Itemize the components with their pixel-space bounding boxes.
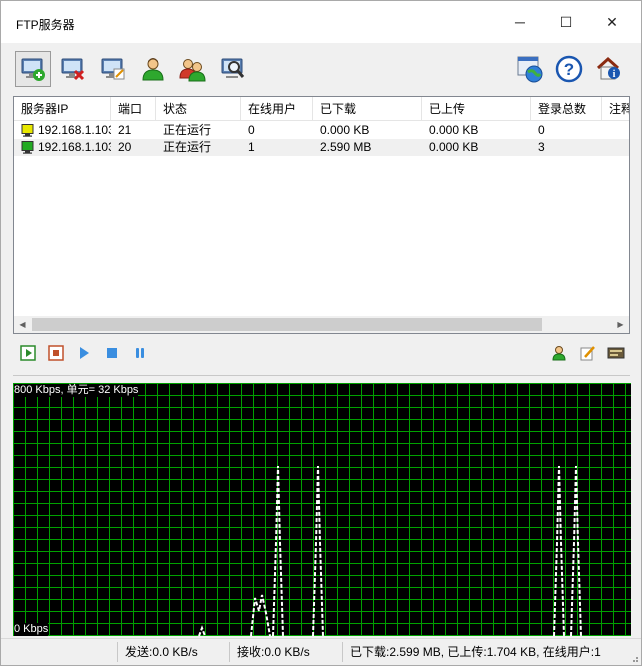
pause-button[interactable]: [131, 344, 149, 362]
about-button[interactable]: i: [591, 51, 627, 87]
delete-server-button[interactable]: [55, 51, 91, 87]
column-header-port[interactable]: 端口: [111, 97, 156, 121]
send-rate: 发送:0.0 KB/s: [125, 645, 198, 659]
divider: [13, 375, 630, 376]
home-info-icon: i: [596, 56, 620, 80]
scroll-left-button[interactable]: ◀: [14, 316, 31, 333]
cell-port: 20: [118, 140, 132, 154]
edit-server-button[interactable]: [95, 51, 131, 87]
cell-uploaded: 0.000 KB: [429, 123, 479, 137]
pause-icon: [136, 348, 144, 358]
web-button[interactable]: [512, 51, 548, 87]
cell-state: 正在运行: [163, 123, 212, 137]
add-server-button[interactable]: [15, 51, 51, 87]
user-manage-button[interactable]: [550, 344, 568, 362]
minimize-button[interactable]: ─: [497, 1, 543, 43]
toolbar: ? i: [1, 43, 641, 93]
column-header-downloaded[interactable]: 已下载: [313, 97, 422, 121]
users-icon: [179, 59, 206, 82]
chevron-left-icon: ◀: [19, 320, 26, 329]
cell-logins: 0: [538, 123, 545, 137]
users-button[interactable]: [175, 51, 211, 87]
table-row[interactable]: 192.168.1.103 20 正在运行 1 2.590 MB 0.000 K…: [14, 139, 629, 156]
cell-port: 21: [118, 123, 132, 137]
close-button[interactable]: ✕: [589, 1, 635, 43]
table-row[interactable]: 192.168.1.103 21 正在运行 0 0.000 KB 0.000 K…: [14, 122, 629, 139]
status-separator: [229, 642, 230, 662]
cell-ip: 192.168.1.103: [38, 123, 111, 137]
svg-text:i: i: [613, 69, 616, 80]
play-box-icon: [20, 345, 36, 361]
user-button[interactable]: [135, 51, 171, 87]
svg-text:?: ?: [564, 60, 574, 79]
minimize-icon: ─: [515, 14, 525, 30]
transfer-summary: 已下载:2.599 MB, 已上传:1.704 KB, 在线用户:1: [350, 645, 601, 659]
scrollbar-thumb[interactable]: [32, 318, 542, 331]
column-header-uploaded[interactable]: 已上传: [422, 97, 531, 121]
scroll-right-button[interactable]: ▶: [612, 316, 629, 333]
cell-logins: 3: [538, 140, 545, 154]
column-header-logins[interactable]: 登录总数: [531, 97, 602, 121]
window-title: FTP服务器: [16, 18, 75, 32]
traffic-trace: [198, 625, 206, 636]
column-header-online[interactable]: 在线用户: [241, 97, 313, 121]
resize-grip-icon[interactable]: [629, 653, 639, 663]
start-button[interactable]: [19, 344, 37, 362]
search-server-button[interactable]: [215, 51, 251, 87]
status-separator: [117, 642, 118, 662]
halt-button[interactable]: [103, 344, 121, 362]
status-separator: [342, 642, 343, 662]
close-icon: ✕: [606, 13, 618, 30]
status-bar: 发送:0.0 KB/s 接收:0.0 KB/s 已下载:2.599 MB, 已上…: [1, 638, 641, 665]
cell-note: [602, 139, 629, 156]
cell-state: 正在运行: [163, 140, 212, 154]
cell-uploaded: 0.000 KB: [429, 140, 479, 154]
chevron-right-icon: ▶: [617, 320, 624, 329]
card-icon: [607, 347, 625, 359]
traffic-graph-canvas: [13, 383, 631, 636]
cell-online: 1: [248, 140, 255, 154]
user-icon: [142, 58, 164, 81]
monitor-delete-icon: [61, 58, 85, 81]
maximize-icon: ☐: [559, 13, 573, 30]
edit-button[interactable]: [579, 344, 597, 362]
cell-downloaded: 0.000 KB: [320, 123, 370, 137]
title-bar: FTP服务器 ─ ☐ ✕: [1, 1, 641, 43]
traffic-graph: 800 Kbps, 单元= 32 Kbps 0 Kbps: [13, 383, 631, 636]
horizontal-scrollbar[interactable]: ◀ ▶: [14, 316, 629, 333]
column-header-state[interactable]: 状态: [156, 97, 241, 121]
column-header-note[interactable]: 注释: [602, 97, 629, 121]
edit-icon: [580, 346, 595, 361]
graph-zero-label: 0 Kbps: [14, 623, 49, 636]
stop-box-icon: [48, 345, 64, 361]
monitor-edit-icon: [101, 58, 125, 80]
stop-button[interactable]: [47, 344, 65, 362]
monitor-search-icon: [221, 58, 245, 78]
stop-icon: [107, 348, 117, 358]
help-icon: ?: [555, 55, 583, 83]
run-button[interactable]: [75, 344, 93, 362]
column-header-ip[interactable]: 服务器IP: [14, 97, 111, 121]
cell-downloaded: 2.590 MB: [320, 140, 372, 154]
graph-scale-label: 800 Kbps, 单元= 32 Kbps: [14, 384, 139, 397]
list-header: 服务器IP 端口 状态 在线用户 已下载 已上传 登录总数 注释: [14, 97, 629, 121]
monitor-add-icon: [21, 58, 45, 81]
user-icon: [552, 346, 566, 361]
cell-online: 0: [248, 123, 255, 137]
cell-ip: 192.168.1.103: [38, 140, 111, 154]
play-icon: [80, 347, 89, 359]
control-bar: [1, 339, 641, 367]
help-button[interactable]: ?: [551, 51, 587, 87]
web-globe-icon: [517, 56, 543, 83]
app-window: FTP服务器 ─ ☐ ✕ ? i 服务器IP 端口 状态 在线用户 已下载 已上…: [0, 0, 642, 666]
server-list[interactable]: 服务器IP 端口 状态 在线用户 已下载 已上传 登录总数 注释 192.168…: [13, 96, 630, 334]
log-button[interactable]: [607, 344, 625, 362]
receive-rate: 接收:0.0 KB/s: [237, 645, 310, 659]
cell-note: [602, 122, 629, 139]
maximize-button[interactable]: ☐: [543, 1, 589, 43]
